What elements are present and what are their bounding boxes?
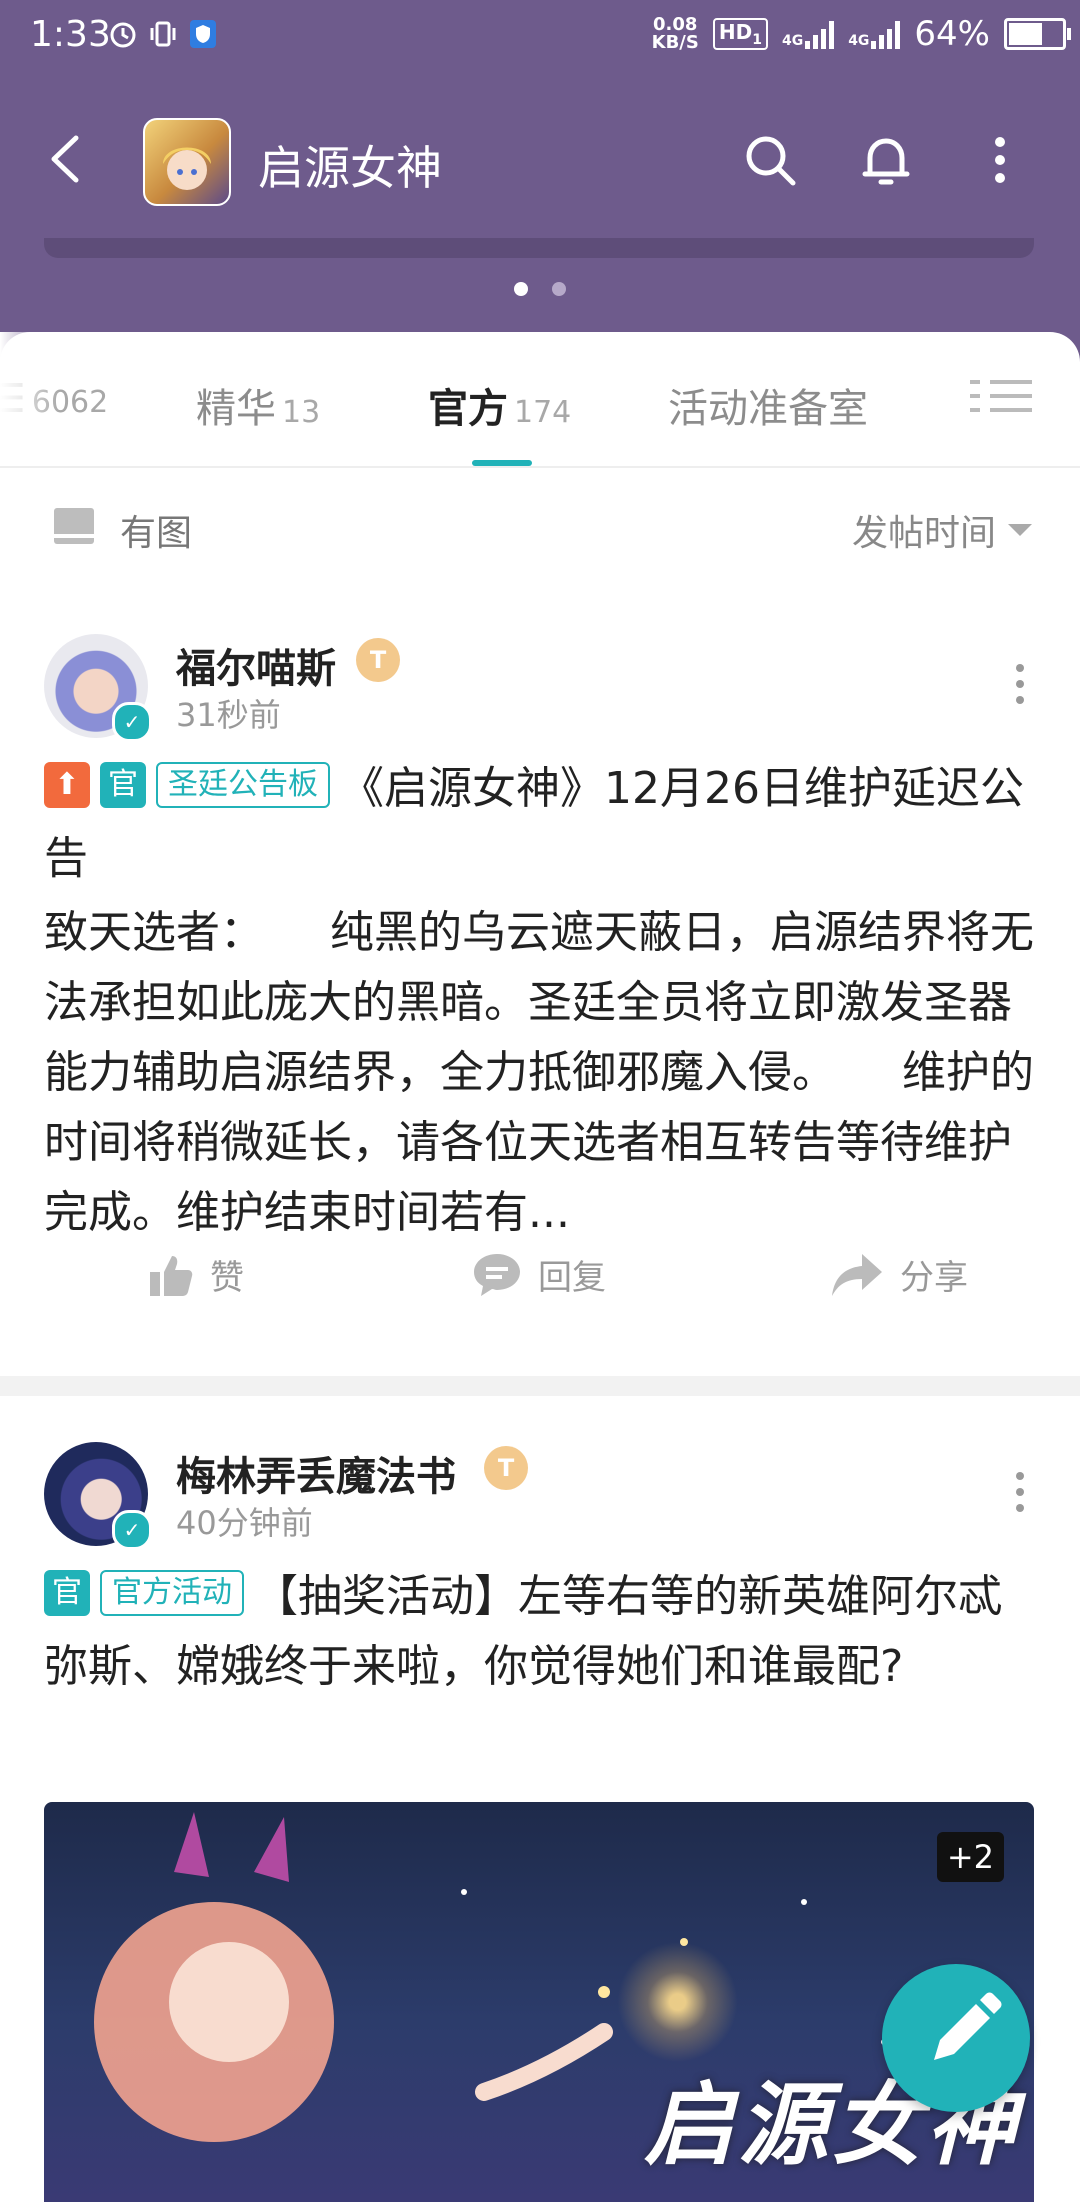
reply-button[interactable]: 回复 <box>472 1250 606 1299</box>
post-actions: 赞 回复 分享 <box>0 1236 1080 1316</box>
image-filter-label[interactable]: 有图 <box>120 504 192 556</box>
tab-official[interactable]: 官方 174 <box>428 376 571 434</box>
image-filter-icon[interactable] <box>52 504 96 548</box>
status-time: 1:33 <box>30 14 111 55</box>
page-title: 启源女神 <box>258 141 442 195</box>
shield-icon <box>190 20 216 48</box>
game-avatar[interactable] <box>143 118 231 206</box>
post-time: 31秒前 <box>176 696 281 734</box>
filter-bar: 有图 发帖时间 <box>0 468 1080 588</box>
signal-2-icon: 4G <box>848 19 901 49</box>
hd-badge: HD1 <box>712 18 768 50</box>
post-title[interactable]: 官官方活动 【抽奖活动】左等右等的新英雄阿尔忒弥斯、嫦娥终于来啦，你觉得她们和谁最… <box>44 1562 1034 1702</box>
post-time: 40分钟前 <box>176 1504 313 1542</box>
banner-pager <box>0 282 1080 296</box>
post-excerpt[interactable]: 致天选者： 纯黑的乌云遮天蔽日，启源结界将无法承担如此庞大的黑暗。圣廷全员将立即… <box>44 898 1044 1248</box>
battery-percent: 64% <box>914 14 990 54</box>
like-button[interactable]: 赞 <box>148 1250 244 1299</box>
status-right-icons: 0.08 KB/S HD1 4G 4G 64% <box>651 14 1071 54</box>
more-vertical-icon[interactable] <box>1016 1472 1024 1512</box>
level-badge: T <box>356 638 400 682</box>
image-count-badge: +2 <box>936 1832 1004 1882</box>
pager-dot-2[interactable] <box>552 282 566 296</box>
post-separator <box>0 1376 1080 1396</box>
post-title[interactable]: ⬆ 官圣廷公告板 《启源女神》12月26日维护延迟公告 <box>44 754 1034 894</box>
pinned-up-icon: ⬆ <box>44 762 90 808</box>
search-icon[interactable] <box>740 130 800 190</box>
net-speed: 0.08 KB/S <box>651 14 699 53</box>
official-tag: 官 <box>44 1570 90 1616</box>
back-arrow-icon[interactable] <box>46 134 86 184</box>
board-tag[interactable]: 圣廷公告板 <box>156 762 330 808</box>
alarm-icon <box>110 22 136 48</box>
active-tab-indicator <box>472 460 532 466</box>
verified-icon: ✓ <box>112 702 152 742</box>
compose-button[interactable] <box>882 1964 1030 2112</box>
author-name[interactable]: 福尔喵斯 <box>176 636 336 694</box>
status-left-icons <box>108 18 218 50</box>
vibrate-icon <box>150 21 176 47</box>
bell-icon[interactable] <box>856 130 916 190</box>
tab-featured[interactable]: 精华 13 <box>196 376 320 434</box>
share-icon <box>832 1253 882 1296</box>
app-bar: 启源女神 <box>0 78 1080 238</box>
tab-fade <box>0 332 60 466</box>
signal-1-icon: 4G <box>782 19 835 49</box>
sort-dropdown[interactable]: 发帖时间 <box>852 504 1032 556</box>
tab-bar: ☰6062 精华13 官方174 活动准备室 <box>0 332 1080 468</box>
level-badge: T <box>484 1446 528 1490</box>
tab-menu-icon[interactable] <box>966 376 1036 416</box>
share-button[interactable]: 分享 <box>830 1250 968 1299</box>
author-name[interactable]: 梅林弄丢魔法书 <box>176 1444 456 1502</box>
tab-event-room[interactable]: 活动准备室 <box>668 376 868 434</box>
banner-edge <box>44 238 1034 258</box>
status-bar: 1:33 0.08 KB/S HD1 4G 4G 64% <box>0 0 1080 78</box>
chevron-down-icon <box>1008 524 1032 536</box>
content-sheet: ☰6062 精华13 官方174 活动准备室 有图 发帖时间 ✓ 福尔喵斯 T … <box>0 332 1080 2202</box>
pencil-icon <box>934 1992 1002 2060</box>
more-vertical-icon[interactable] <box>1016 664 1024 704</box>
more-vertical-icon[interactable] <box>970 130 1030 190</box>
verified-icon: ✓ <box>112 1510 152 1550</box>
pager-dot-1[interactable] <box>514 282 528 296</box>
thumbs-up-icon <box>150 1255 193 1296</box>
battery-icon <box>1004 18 1071 50</box>
official-tag: 官 <box>100 762 146 808</box>
comment-icon <box>474 1253 520 1296</box>
board-tag[interactable]: 官方活动 <box>100 1570 244 1616</box>
